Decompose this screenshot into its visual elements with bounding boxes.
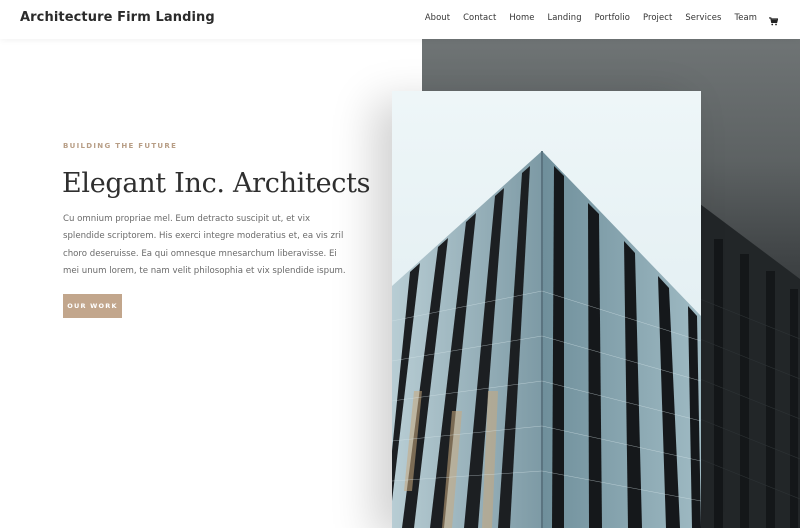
hero-title: Elegant Inc. Architects: [62, 168, 371, 199]
nav-services[interactable]: Services: [685, 12, 721, 22]
nav-contact[interactable]: Contact: [463, 12, 496, 22]
our-work-button[interactable]: OUR WORK: [63, 294, 122, 318]
nav-about[interactable]: About: [425, 12, 450, 22]
hero-left-panel: [0, 39, 422, 528]
nav-project[interactable]: Project: [643, 12, 672, 22]
nav-home[interactable]: Home: [509, 12, 534, 22]
site-brand[interactable]: Architecture Firm Landing: [20, 10, 215, 25]
hero-eyebrow: BUILDING THE FUTURE: [63, 142, 178, 150]
nav-landing[interactable]: Landing: [548, 12, 582, 22]
hero-description: Cu omnium propriae mel. Eum detracto sus…: [63, 214, 346, 276]
hero-building-photo: [392, 91, 701, 528]
nav-team[interactable]: Team: [734, 12, 757, 22]
shopping-cart-icon[interactable]: [769, 13, 779, 25]
main-nav: About Contact Home Landing Portfolio Pro…: [412, 12, 779, 25]
site-header: Architecture Firm Landing About Contact …: [0, 0, 800, 39]
nav-portfolio[interactable]: Portfolio: [595, 12, 630, 22]
